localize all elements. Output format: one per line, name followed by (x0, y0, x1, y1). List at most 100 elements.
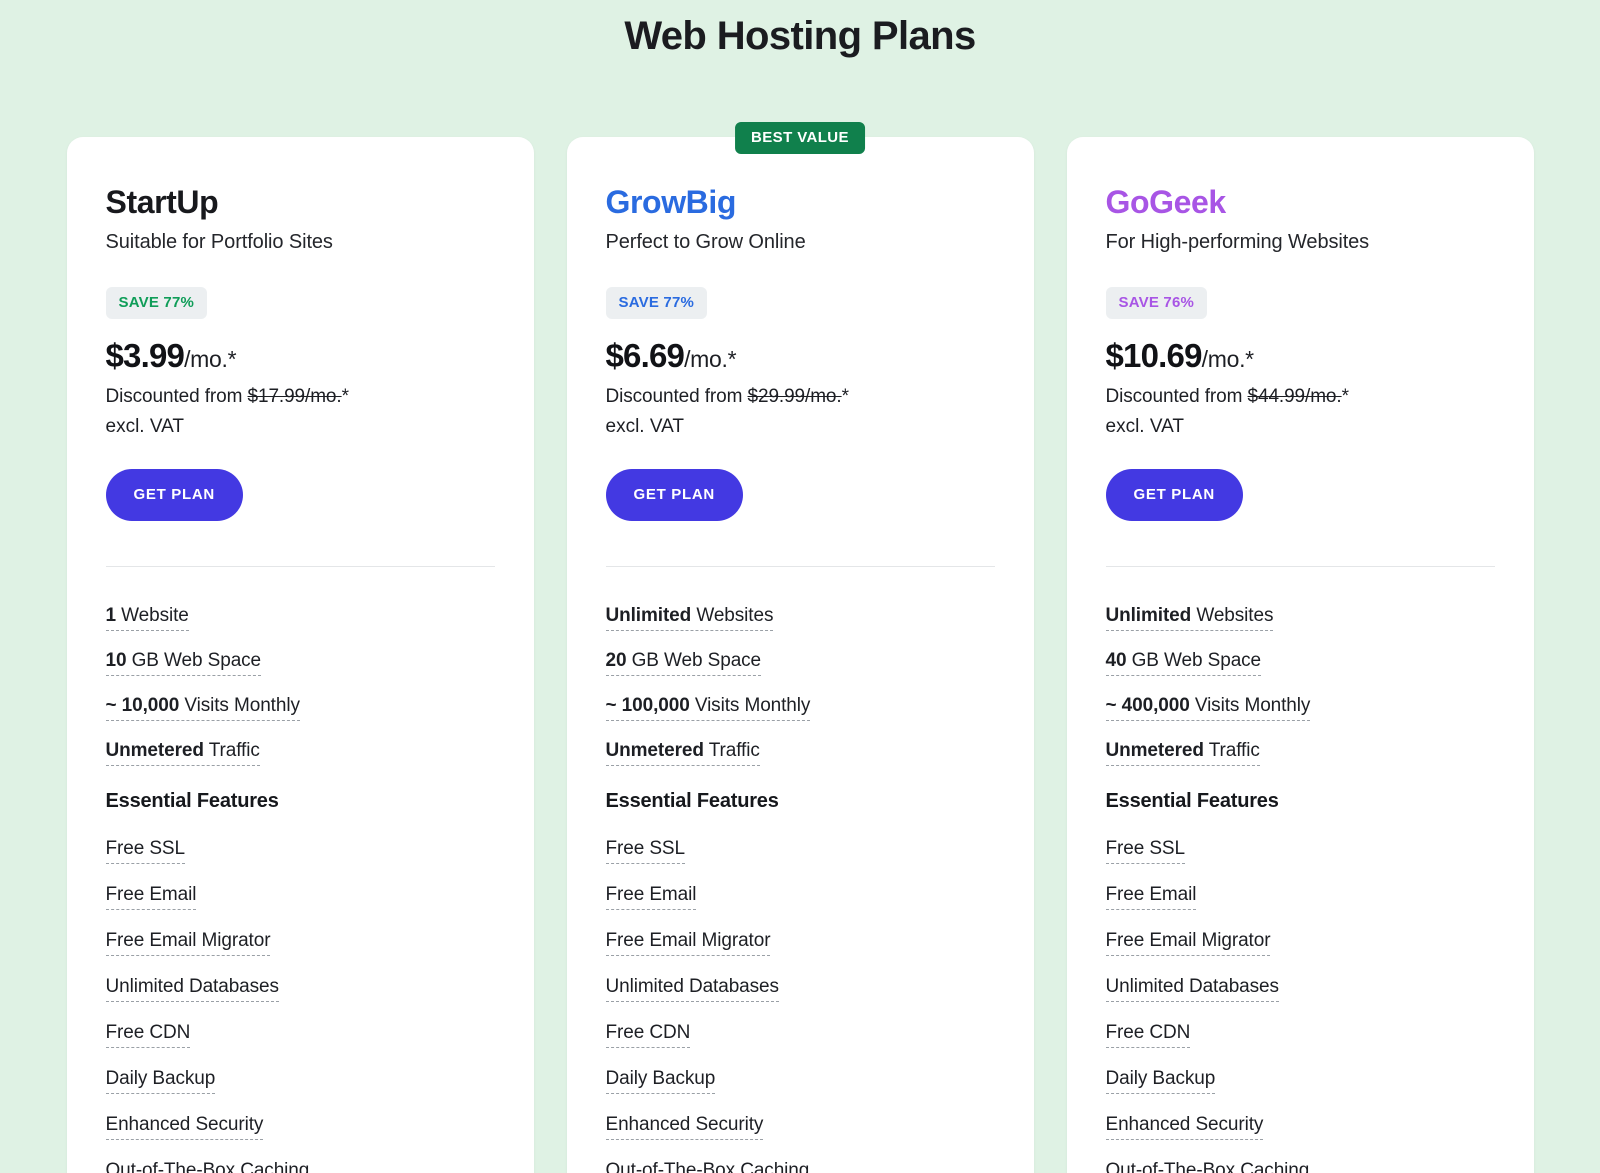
spec-label: Visits Monthly (179, 695, 300, 717)
spec-label: Websites (1191, 605, 1274, 627)
card-divider (605, 566, 995, 568)
plan-tagline: Suitable for Portfolio Sites (105, 231, 333, 254)
feature-item[interactable]: Daily Backup (605, 1068, 715, 1095)
get-plan-button[interactable]: GET PLAN (605, 469, 743, 522)
page-title: Web Hosting Plans (624, 14, 976, 58)
features-list: Free SSL Free Email Free Email Migrator Unl… (1105, 838, 1495, 1173)
spec-value: Unlimited (605, 605, 692, 627)
plan-name: GoGeek (1105, 184, 1227, 220)
price-line: $10.69/mo.* (1106, 339, 1495, 372)
feature-item[interactable]: Free SSL (605, 838, 685, 865)
save-badge: SAVE 76% (1105, 287, 1208, 320)
plan-card-gogeek: GoGeek For High-performing Websites SAVE 7… (1066, 137, 1534, 1173)
feature-item[interactable]: Free Email Migrator (1105, 930, 1271, 957)
feature-item[interactable]: Out-of-The-Box Caching (106, 1160, 310, 1173)
discount-prefix: Discounted from (105, 386, 248, 408)
get-plan-button[interactable]: GET PLAN (105, 469, 243, 522)
spec-label: GB Web Space (626, 650, 762, 672)
spec-value: Unmetered (105, 740, 204, 762)
feature-item[interactable]: Free Email (1105, 884, 1196, 911)
discount-suffix: * (841, 386, 849, 408)
spec-item[interactable]: 10 GB Web Space (105, 650, 262, 677)
features-heading: Essential Features (105, 790, 279, 813)
discount-suffix: * (341, 386, 349, 408)
original-price: $29.99/mo. (747, 386, 842, 408)
features-heading: Essential Features (605, 790, 779, 813)
save-badge: SAVE 77% (105, 287, 208, 320)
spec-item[interactable]: Unlimited Websites (605, 605, 774, 632)
spec-value: 10 (105, 650, 127, 672)
spec-value: ~ 400,000 (1105, 695, 1190, 717)
feature-item[interactable]: Enhanced Security (1105, 1114, 1263, 1141)
feature-item[interactable]: Free Email (605, 884, 696, 911)
discount-prefix: Discounted from (1105, 386, 1248, 408)
feature-item[interactable]: Enhanced Security (605, 1114, 763, 1141)
plan-tagline: For High-performing Websites (1105, 231, 1370, 254)
spec-label: GB Web Space (126, 650, 262, 672)
specs-list: Unlimited Websites 40 GB Web Space ~ 400,0… (1105, 605, 1495, 767)
spec-label: Websites (691, 605, 774, 627)
spec-value: 20 (605, 650, 627, 672)
feature-item[interactable]: Daily Backup (105, 1068, 215, 1095)
feature-item[interactable]: Free Email (105, 884, 196, 911)
discount-suffix: * (1341, 386, 1349, 408)
features-list: Free SSL Free Email Free Email Migrator Unl… (105, 838, 495, 1173)
feature-item[interactable]: Free CDN (105, 1022, 190, 1049)
vat-note: excl. VAT (105, 416, 184, 438)
spec-value: ~ 10,000 (105, 695, 180, 717)
spec-item[interactable]: Unmetered Traffic (605, 740, 760, 767)
get-plan-button[interactable]: GET PLAN (1105, 469, 1243, 522)
spec-item[interactable]: ~ 400,000 Visits Monthly (1105, 695, 1311, 722)
feature-item[interactable]: Out-of-The-Box Caching (606, 1160, 810, 1173)
spec-label: Visits Monthly (1189, 695, 1311, 717)
spec-item[interactable]: Unmetered Traffic (105, 740, 260, 767)
discount-prefix: Discounted from (605, 386, 748, 408)
features-list: Free SSL Free Email Free Email Migrator Unl… (605, 838, 995, 1173)
price-line: $6.69/mo.* (606, 339, 995, 372)
price-period: /mo.* (684, 346, 737, 373)
plan-name: StartUp (105, 184, 219, 220)
price-original-line: Discounted from $17.99/mo.* (106, 386, 495, 408)
spec-item[interactable]: Unlimited Websites (1105, 605, 1274, 632)
plan-card-growbig: BEST VALUE GrowBig Perfect to Grow Online S… (566, 122, 1034, 1173)
feature-item[interactable]: Free SSL (105, 838, 185, 865)
spec-value: Unmetered (1105, 740, 1204, 762)
feature-item[interactable]: Free CDN (1105, 1022, 1190, 1049)
feature-item[interactable]: Free Email Migrator (105, 930, 271, 957)
spec-label: Visits Monthly (689, 695, 811, 717)
spec-item[interactable]: 1 Website (105, 605, 189, 632)
card-divider (105, 566, 495, 568)
plan-card-startup: StartUp Suitable for Portfolio Sites SAVE … (66, 137, 534, 1173)
features-heading: Essential Features (1105, 790, 1279, 813)
feature-item[interactable]: Free Email Migrator (605, 930, 771, 957)
spec-label: Traffic (203, 740, 260, 762)
feature-item[interactable]: Unlimited Databases (1105, 976, 1279, 1003)
spec-item[interactable]: Unmetered Traffic (1105, 740, 1260, 767)
spec-value: Unlimited (1105, 605, 1192, 627)
feature-item[interactable]: Enhanced Security (105, 1114, 263, 1141)
price-amount: $10.69 (1105, 337, 1203, 375)
plan-tagline: Perfect to Grow Online (605, 231, 806, 254)
feature-item[interactable]: Daily Backup (1105, 1068, 1215, 1095)
feature-item[interactable]: Unlimited Databases (605, 976, 779, 1003)
feature-item[interactable]: Free CDN (605, 1022, 690, 1049)
price-original-line: Discounted from $29.99/mo.* (606, 386, 995, 408)
pricing-cards-row: StartUp Suitable for Portfolio Sites SAVE … (0, 122, 1600, 1173)
spec-item[interactable]: ~ 100,000 Visits Monthly (605, 695, 811, 722)
price-line: $3.99/mo.* (106, 339, 495, 372)
vat-note: excl. VAT (605, 416, 684, 438)
spec-item[interactable]: ~ 10,000 Visits Monthly (105, 695, 300, 722)
feature-item[interactable]: Free SSL (1105, 838, 1185, 865)
spec-label: GB Web Space (1126, 650, 1262, 672)
spec-label: Website (115, 605, 189, 627)
feature-item[interactable]: Out-of-The-Box Caching (1106, 1160, 1310, 1173)
price-amount: $6.69 (605, 337, 685, 375)
save-badge: SAVE 77% (605, 287, 708, 320)
spec-label: Traffic (1203, 740, 1260, 762)
specs-list: 1 Website 10 GB Web Space ~ 10,000 Visits … (105, 605, 495, 767)
feature-item[interactable]: Unlimited Databases (105, 976, 279, 1003)
specs-list: Unlimited Websites 20 GB Web Space ~ 100,0… (605, 605, 995, 767)
spec-item[interactable]: 20 GB Web Space (605, 650, 762, 677)
spec-value: 1 (105, 605, 117, 627)
spec-item[interactable]: 40 GB Web Space (1105, 650, 1262, 677)
